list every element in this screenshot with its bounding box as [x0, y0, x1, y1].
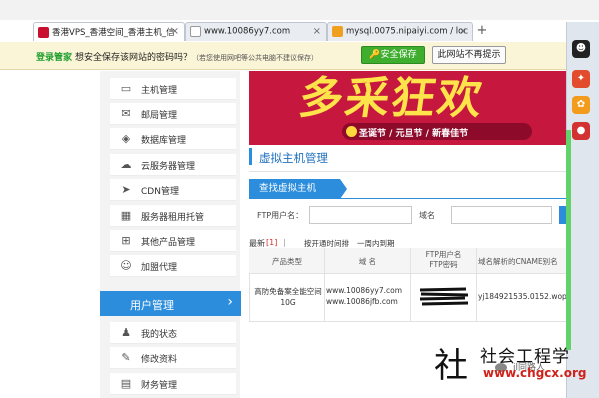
close-tab-icon[interactable]: × — [171, 26, 179, 37]
sidebar-item-cloud[interactable]: ☁ 云服务器管理 — [110, 154, 236, 176]
ftp-username-label: FTP用户名： — [257, 211, 304, 220]
column-divider — [476, 248, 477, 322]
finance-icon: ▤ — [120, 377, 132, 390]
add-user-icon: ☺ — [120, 259, 132, 272]
watermark-url: www.chgcx.org — [483, 366, 587, 380]
filter-separator: | — [283, 238, 286, 247]
close-tab-icon[interactable]: × — [313, 26, 321, 37]
search-button[interactable] — [559, 206, 566, 224]
sidebar-item-status[interactable]: ♟ 我的状态 — [110, 322, 236, 344]
tab-arrow — [340, 179, 347, 199]
login-manager-label: 登录管家 — [36, 53, 73, 63]
monitor-icon: ▭ — [120, 82, 132, 95]
divider — [249, 171, 566, 172]
watermark-char: 社 — [434, 346, 468, 386]
sidebar-item-server[interactable]: ▦ 服务器租用托管 — [110, 205, 236, 227]
cell-domain-2[interactable]: www.10086jfb.com — [326, 297, 398, 306]
phpmyadmin-icon — [332, 26, 343, 37]
sidebar-item-cdn[interactable]: ➤ CDN管理 — [110, 179, 236, 201]
user-icon: ♟ — [121, 326, 131, 339]
cell-product: 高防免备案全能空间10G — [254, 287, 322, 307]
close-tab-icon[interactable]: × — [459, 26, 467, 37]
sidebar-item-profile[interactable]: ✎ 修改资料 — [110, 347, 236, 369]
page-title: 虚拟主机管理 — [259, 151, 328, 165]
password-note: （若您使用网吧等公共电脑不建议保存） — [192, 54, 319, 62]
section-accent-bar — [249, 148, 252, 165]
domain-label: 域名 — [419, 211, 435, 220]
tab-hk-vps[interactable]: 香港VPS_香港空间_香港主机_信 × — [33, 22, 185, 41]
password-prompt: 想安全保存该网站的密码吗？（若您使用网吧等公共电脑不建议保存） — [75, 53, 319, 63]
chevron-right-icon: › — [227, 294, 233, 310]
sidebar-item-other[interactable]: ⊞ 其他产品管理 — [110, 230, 236, 252]
cell-cname: yj184921535.0152.wop — [478, 292, 567, 301]
sidebar-item-database[interactable]: ◈ 数据库管理 — [110, 128, 236, 150]
cloud-icon: ☁ — [120, 158, 132, 171]
bird-icon[interactable]: ✦ — [572, 70, 590, 88]
sidebar-section-user[interactable]: 用户管理 › — [100, 291, 241, 316]
new-tab-button[interactable]: + — [473, 23, 491, 40]
header-ftp: FTP用户名 FTP密码 — [425, 250, 462, 269]
key-icon: 🔑 — [369, 50, 381, 60]
redaction-scribble — [419, 287, 469, 306]
domain-input[interactable] — [451, 206, 552, 224]
app-icon[interactable]: ● — [572, 122, 590, 140]
rail-indicator — [566, 130, 571, 350]
banner-headline: 多采狂欢 — [295, 73, 487, 124]
database-icon: ◈ — [121, 132, 131, 145]
cell-domain-1[interactable]: www.10086yy7.com — [326, 286, 402, 295]
filter-count: [1] — [266, 238, 278, 247]
site-favicon-icon — [38, 26, 49, 38]
sidebar-item-mail[interactable]: ✉ 邮局管理 — [110, 103, 236, 125]
header-product: 产品类型 — [272, 257, 302, 266]
agent-avatar-icon[interactable]: ☻ — [572, 40, 590, 58]
sidebar-item-host[interactable]: ▭ 主机管理 — [110, 78, 236, 100]
sidebar-item-finance[interactable]: ▤ 财务管理 — [110, 373, 236, 395]
tab-mysql[interactable]: mysql.0075.nipaiyi.com / loc × — [327, 22, 473, 41]
divider — [249, 198, 566, 199]
cursor-icon: ➤ — [121, 183, 131, 196]
banner-subline: 圣诞节 / 元旦节 / 新春佳节 — [359, 129, 469, 139]
header-domain: 域 名 — [358, 257, 377, 266]
banner-gift-icon — [346, 126, 357, 137]
plus-box-icon: ⊞ — [121, 234, 131, 247]
header-cname: 域名解析的CNAME别名 — [478, 257, 558, 266]
mail-icon: ✉ — [121, 107, 131, 120]
gift-icon[interactable]: ✿ — [572, 96, 590, 114]
sidebar-item-agent[interactable]: ☺ 加盟代理 — [110, 255, 236, 277]
ftp-username-input[interactable] — [309, 206, 412, 224]
server-icon: ▦ — [120, 209, 132, 222]
tab-find-host[interactable]: 查找虚拟主机 — [249, 179, 340, 199]
window-titlebar — [0, 0, 599, 20]
page-icon — [190, 26, 201, 37]
tab-10086yy7[interactable]: www.10086yy7.com × — [185, 22, 327, 41]
edit-icon: ✎ — [121, 351, 131, 364]
